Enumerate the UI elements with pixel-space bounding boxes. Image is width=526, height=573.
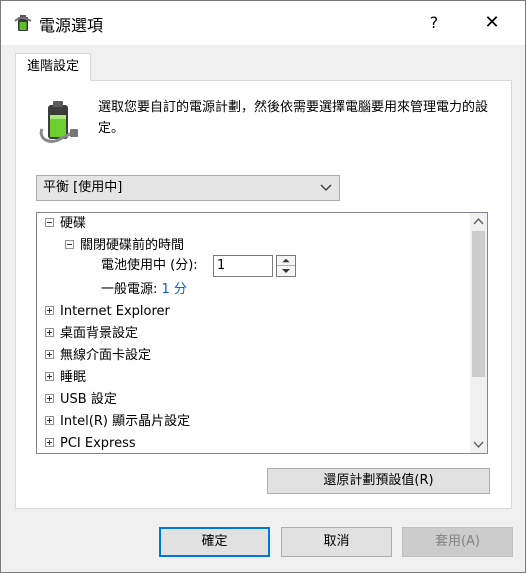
tree-item-label: 硬碟	[60, 216, 87, 231]
spin-down-icon[interactable]	[277, 266, 295, 276]
tree-item-desktop-background[interactable]: 桌面背景設定	[45, 323, 138, 345]
window-title: 電源選項	[39, 16, 104, 35]
tree-item-label: 桌面背景設定	[60, 326, 139, 341]
expand-icon[interactable]	[45, 306, 54, 315]
expand-icon[interactable]	[45, 328, 54, 337]
tree-item-label: 無線介面卡設定	[60, 348, 152, 363]
tree-item-intel-graphics[interactable]: Intel(R) 顯示晶片設定	[45, 411, 190, 433]
plugged-in-row[interactable]: 一般電源: 1 分	[101, 279, 187, 301]
tree-item-label: 關閉硬碟前的時間	[80, 238, 185, 253]
collapse-icon[interactable]	[45, 218, 54, 227]
cancel-button[interactable]: 取消	[281, 527, 392, 557]
expand-icon[interactable]	[45, 438, 54, 447]
tree-item-pci-express[interactable]: PCI Express	[45, 433, 136, 453]
tree-item-wireless-adapter[interactable]: 無線介面卡設定	[45, 345, 151, 367]
settings-tree[interactable]: 硬碟 關閉硬碟前的時間 電池使用中 (分): 1 一般電源: 1 分 Inter…	[36, 212, 488, 454]
scrollbar-thumb[interactable]	[472, 231, 485, 377]
help-button[interactable]: ?	[419, 9, 449, 37]
close-button[interactable]: ✕	[477, 9, 507, 37]
tree-item-label: PCI Express	[60, 436, 136, 451]
plugged-in-value[interactable]: 1 分	[162, 282, 187, 297]
tree-item-label: USB 設定	[60, 392, 117, 407]
on-battery-minutes-input[interactable]: 1	[213, 255, 273, 277]
scroll-up-icon[interactable]	[470, 213, 487, 230]
expand-icon[interactable]	[45, 394, 54, 403]
plugged-in-label: 一般電源:	[101, 282, 158, 297]
tree-item-label: Intel(R) 顯示晶片設定	[60, 414, 191, 429]
tree-scrollbar[interactable]	[470, 213, 487, 453]
tree-item-sleep[interactable]: 睡眠	[45, 367, 86, 389]
spin-up-icon[interactable]	[277, 256, 295, 266]
tree-item-label: 睡眠	[60, 370, 87, 385]
tree-item-usb[interactable]: USB 設定	[45, 389, 117, 411]
advanced-settings-panel: 選取您要自訂的電源計劃，然後依需要選擇電腦要用來管理電力的設定。 平衡 [使用中…	[15, 80, 512, 509]
scroll-down-icon[interactable]	[470, 436, 487, 453]
tree-item-label: Internet Explorer	[60, 304, 170, 319]
power-plan-select[interactable]: 平衡 [使用中]	[36, 175, 340, 201]
tree-item-internet-explorer[interactable]: Internet Explorer	[45, 301, 170, 323]
chevron-down-icon	[320, 184, 332, 191]
power-options-window: 電源選項 ? ✕ 進階設定 選取您要自訂的電源計劃，然後依需要選擇電腦要用來管理…	[0, 0, 526, 573]
title-bar: 電源選項 ? ✕	[1, 1, 525, 45]
on-battery-label: 電池使用中 (分):	[101, 258, 198, 273]
collapse-icon[interactable]	[65, 240, 74, 249]
description-text: 選取您要自訂的電源計劃，然後依需要選擇電腦要用來管理電力的設定。	[98, 100, 489, 136]
restore-plan-defaults-button[interactable]: 還原計劃預設值(R)	[267, 468, 490, 494]
tab-advanced-settings[interactable]: 進階設定	[15, 53, 91, 81]
expand-icon[interactable]	[45, 350, 54, 359]
tree-item-turn-off-disk[interactable]: 關閉硬碟前的時間	[65, 235, 184, 257]
power-plan-selected: 平衡 [使用中]	[43, 180, 123, 195]
expand-icon[interactable]	[45, 372, 54, 381]
on-battery-stepper[interactable]	[276, 255, 296, 277]
battery-plan-icon	[39, 101, 78, 143]
battery-power-icon	[14, 15, 32, 31]
tree-item-hard-disk[interactable]: 硬碟	[45, 213, 86, 235]
expand-icon[interactable]	[45, 416, 54, 425]
ok-button[interactable]: 確定	[159, 527, 270, 557]
apply-button[interactable]: 套用(A)	[402, 527, 513, 557]
